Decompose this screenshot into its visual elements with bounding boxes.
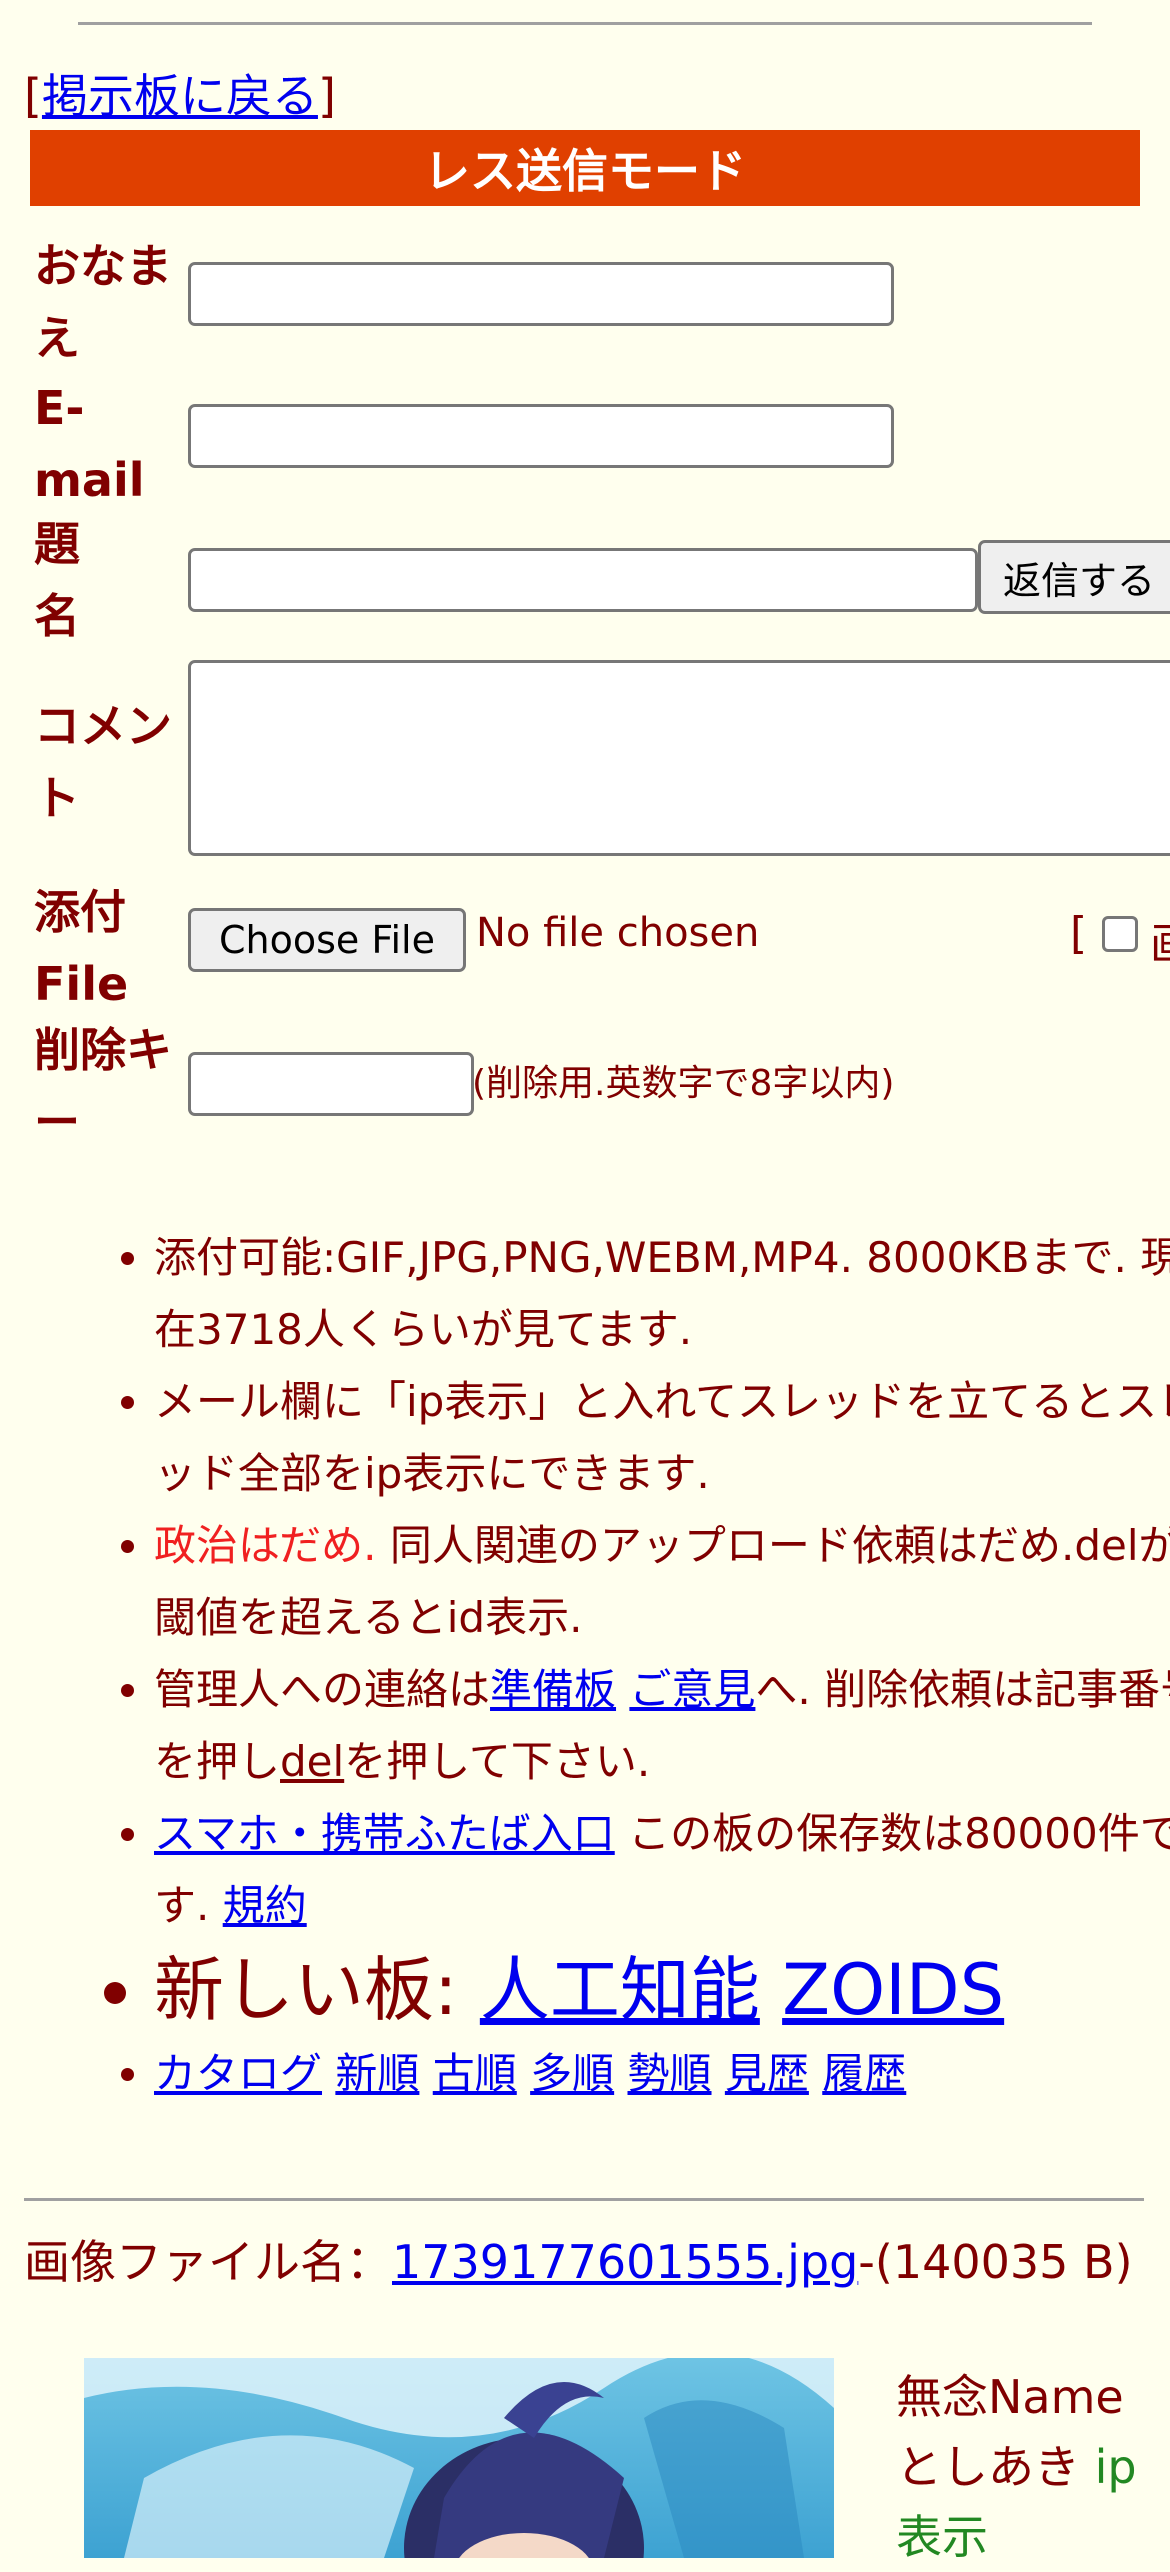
viewed-history-link[interactable]: 見歴 (725, 2049, 809, 2098)
reply-button[interactable]: 返信する (978, 540, 1170, 614)
name-label: おなまえ (34, 239, 172, 365)
note-upload-limits: 添付可能:GIF,JPG,PNG,WEBM,MP4. 8000KBまで. 現在3… (154, 1222, 1170, 1366)
option-checkbox[interactable] (1102, 916, 1138, 952)
note-ip-display: メール欄に「ip表示」と入れてスレッドを立てるとスレッド全部をip表示にできます… (154, 1366, 1170, 1510)
file-label: 添付File (34, 885, 129, 1011)
file-name-prefix: 画像ファイル名： (24, 2235, 392, 2289)
back-link-wrapper: [掲示板に戻る] (24, 69, 336, 123)
option-bracket: [ (1070, 908, 1088, 959)
image-file-link[interactable]: 1739177601555.jpg (392, 2235, 858, 2289)
ai-board-link[interactable]: 人工知能 (480, 1949, 760, 2031)
subject-input[interactable] (188, 548, 978, 612)
board-notes: 添付可能:GIF,JPG,PNG,WEBM,MP4. 8000KBまで. 現在3… (94, 1222, 1170, 2110)
zoids-board-link[interactable]: ZOIDS (782, 1949, 1004, 2031)
post-author-block: 無念Name としあき ip 表示 (896, 2362, 1137, 2572)
note-mobile: スマホ・携帯ふたば入口 この板の保存数は80000件です. 規約 (154, 1798, 1170, 1942)
choose-file-button[interactable]: Choose File (188, 908, 466, 972)
section-divider (24, 2198, 1144, 2201)
sort-old-link[interactable]: 古順 (433, 2049, 517, 2098)
no-file-text: No file chosen (476, 910, 760, 956)
thumbnail-artwork (84, 2358, 834, 2558)
sort-many-link[interactable]: 多順 (530, 2049, 614, 2098)
subject-label: 題名 (34, 517, 80, 643)
feedback-link[interactable]: ご意見 (629, 1665, 755, 1714)
note-contact: 管理人への連絡は準備板 ご意見へ. 削除依頼は記事番号を押しdelを押して下さい… (154, 1654, 1170, 1798)
sort-new-link[interactable]: 新順 (335, 2049, 419, 2098)
note-contact-text-a: 管理人への連絡は (154, 1665, 491, 1714)
email-input[interactable] (188, 404, 894, 468)
file-size: -(140035 B) (858, 2235, 1133, 2289)
mobile-entrance-link[interactable]: スマホ・携帯ふたば入口 (154, 1809, 615, 1858)
post-file-info: 画像ファイル名：1739177601555.jpg-(140035 B) (24, 2232, 1144, 2292)
politics-warning: 政治はだめ. (154, 1521, 377, 1570)
new-boards-label: 新しい板: (154, 1949, 480, 2031)
note-rules: 政治はだめ. 同人関連のアップロード依頼はだめ.delが閾値を超えるとid表示. (154, 1510, 1170, 1654)
email-label: E-mail (34, 381, 145, 507)
history-link[interactable]: 履歴 (822, 2049, 906, 2098)
comment-textarea[interactable] (188, 660, 1170, 856)
option-label: 画 (1150, 908, 1170, 972)
author-name: 無念Name (896, 2370, 1124, 2424)
prep-board-link[interactable]: 準備板 (490, 1665, 616, 1714)
catalog-link[interactable]: カタログ (154, 2049, 322, 2098)
sort-momentum-link[interactable]: 勢順 (628, 2049, 712, 2098)
author-sub-name: としあき (896, 2440, 1080, 2494)
note-new-boards: 新しい板: 人工知能 ZOIDS (154, 1942, 1170, 2038)
author-sub-line: としあき ip (896, 2432, 1137, 2502)
note-contact-text-c: を押して下さい. (344, 1737, 651, 1786)
delete-key-label: 削除キー (34, 1023, 172, 1149)
name-input[interactable] (188, 262, 894, 326)
back-to-board-link[interactable]: 掲示板に戻る (42, 69, 318, 123)
delete-key-input[interactable] (188, 1052, 474, 1116)
top-divider (78, 22, 1092, 25)
note-upload-text: 添付可能:GIF,JPG,PNG,WEBM,MP4. 8000KBまで. 現在3… (154, 1233, 1170, 1354)
comment-label: コメント (34, 699, 172, 825)
post-image-thumbnail[interactable] (84, 2358, 834, 2558)
note-sort-links: カタログ 新順 古順 多順 勢順 見歴 履歴 (154, 2038, 1170, 2110)
note-ip-text: メール欄に「ip表示」と入れてスレッドを立てるとスレッド全部をip表示にできます… (154, 1377, 1170, 1498)
ip-display-cut: 表示 (896, 2510, 988, 2564)
del-link[interactable]: del (280, 1737, 344, 1786)
terms-link[interactable]: 規約 (223, 1881, 307, 1930)
ip-label: ip (1094, 2440, 1137, 2494)
reply-mode-header: レス送信モード (30, 130, 1140, 206)
delete-key-hint: (削除用.英数字で8字以内) (472, 1063, 895, 1104)
